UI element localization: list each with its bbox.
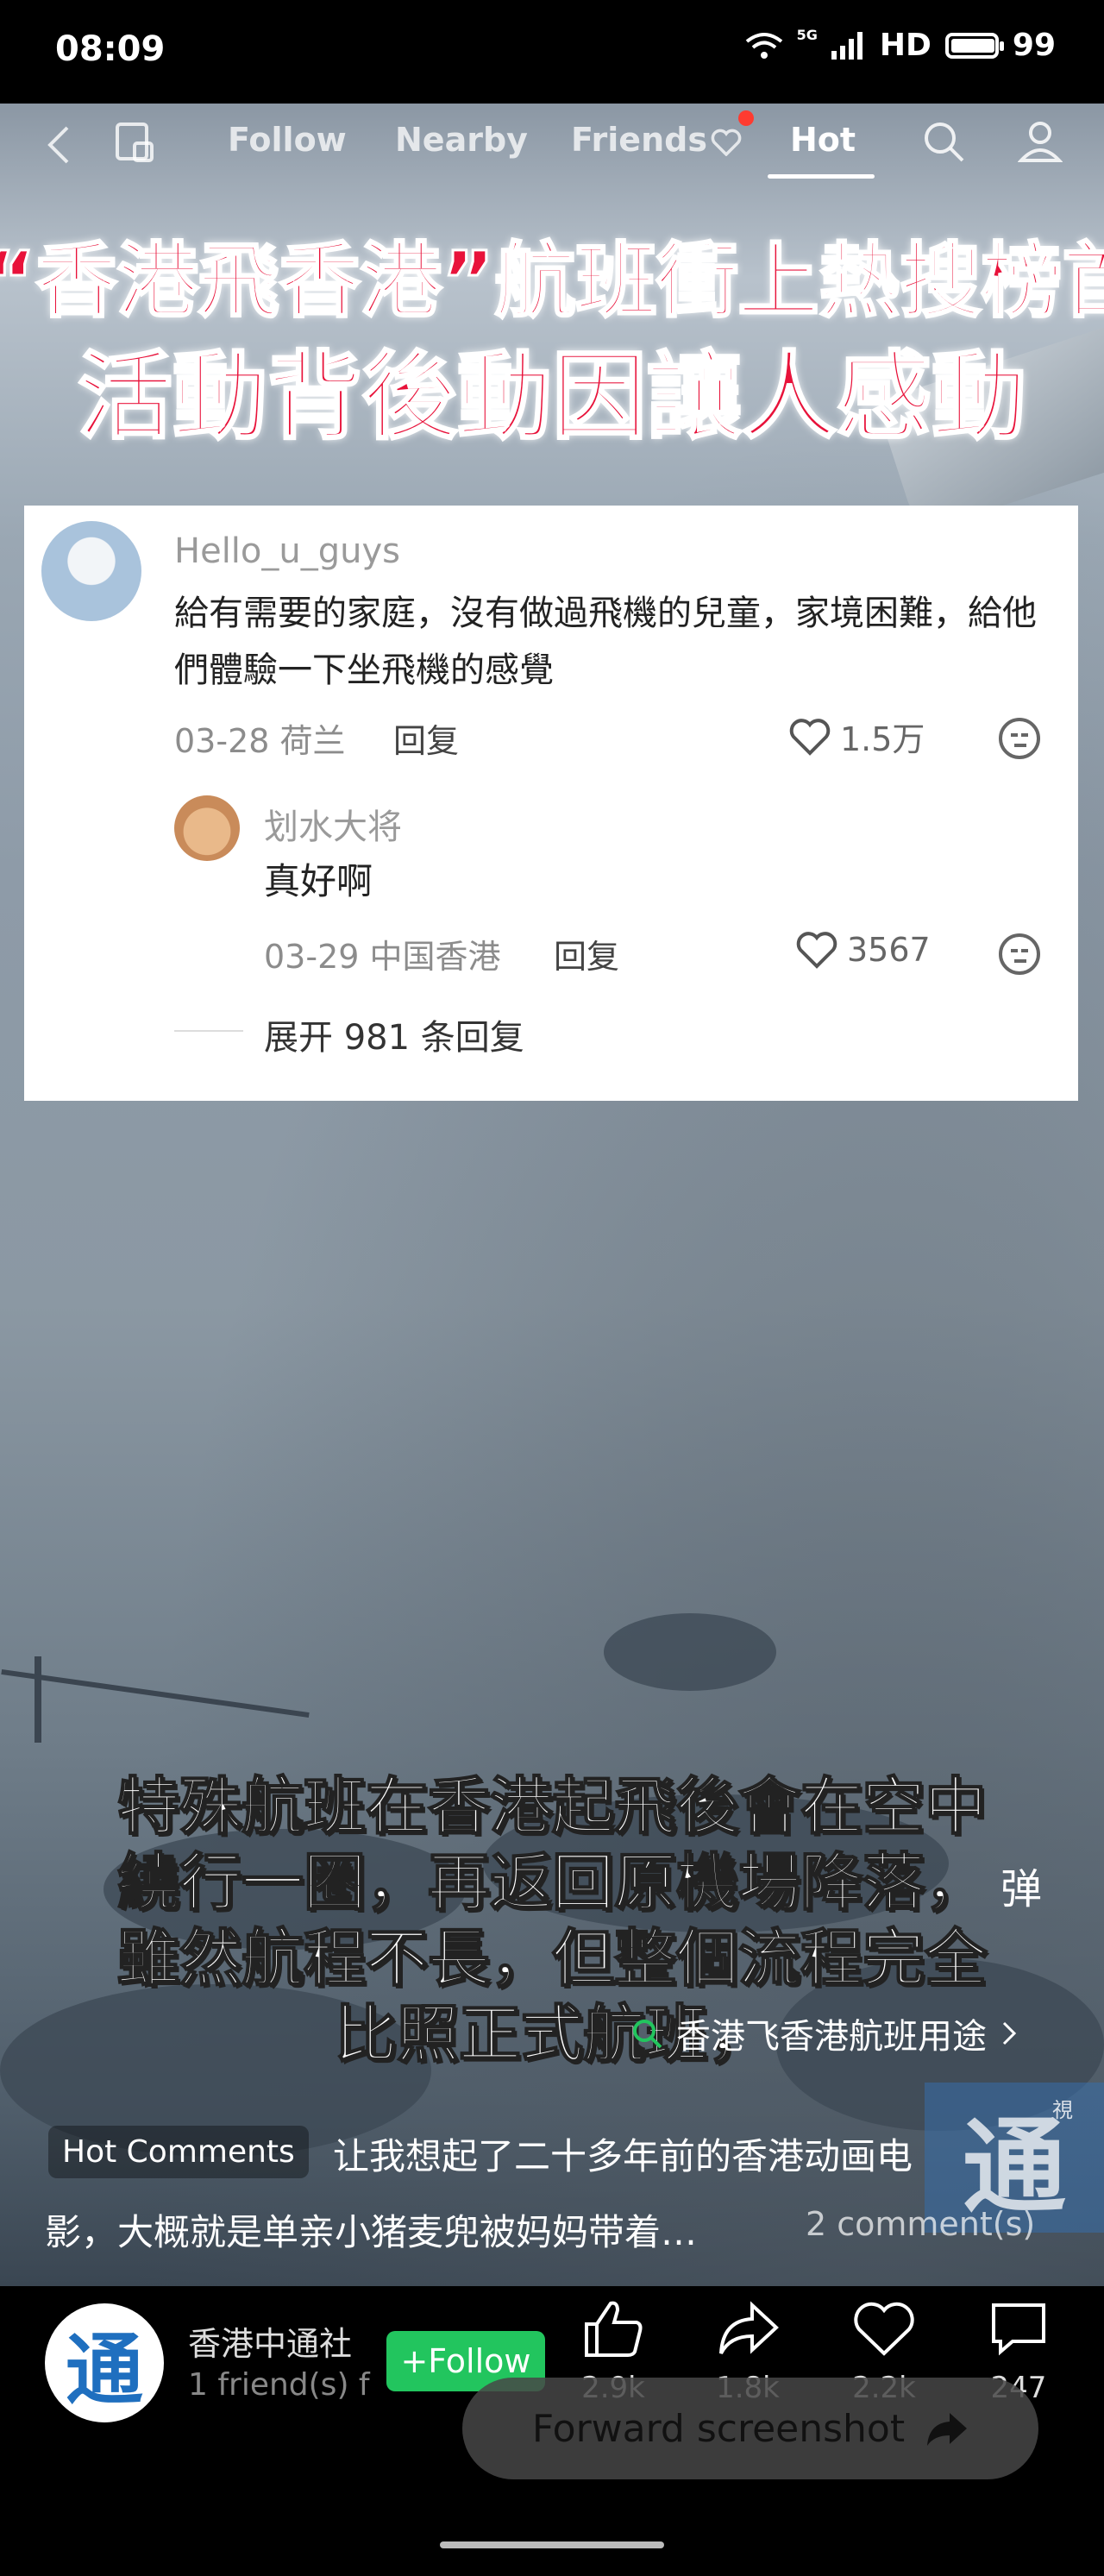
expand-replies-button[interactable]: 展开 981 条回复 (264, 1009, 524, 1059)
heart-icon (854, 2302, 914, 2356)
comment-username[interactable]: Hello_u_guys (174, 531, 400, 571)
video-headline-line1: “香港飛香港”航班衝上熱搜榜首 (0, 234, 1104, 330)
reply-text: 真好啊 (264, 860, 373, 902)
logo-watermark-small: 視 (1052, 2098, 1073, 2122)
comment-like-button[interactable]: 1.5万 (788, 713, 925, 760)
hot-comments-badge[interactable]: Hot Comments (48, 2126, 309, 2178)
hd-label: HD (879, 28, 932, 63)
comment-card: Hello_u_guys 給有需要的家庭，沒有做過飛機的兒童，家境困難，給他們體… (24, 506, 1078, 1101)
danmu-toggle[interactable]: 弹 (1000, 1855, 1042, 1915)
dislike-icon[interactable] (999, 718, 1040, 759)
comment-like-count: 1.5万 (840, 720, 925, 758)
video-headline-line2: 活動背後動因讓人感動 (77, 341, 1028, 454)
author-friends: 1 friend(s) f (188, 2367, 370, 2403)
active-tab-indicator (768, 174, 875, 179)
heart-icon (711, 129, 742, 156)
forward-arrow-icon (927, 2413, 968, 2446)
back-icon[interactable] (43, 123, 74, 167)
reply-like-button[interactable]: 3567 (795, 930, 931, 970)
search-icon[interactable] (921, 119, 966, 164)
bridge-tower (34, 1656, 41, 1743)
network-label: 5G (796, 27, 818, 43)
comment-icon (992, 2303, 1045, 2356)
dislike-icon[interactable] (999, 933, 1040, 975)
subtitle-line: 雖然航程不長，但整個流程完全 (116, 1921, 988, 1995)
battery-level: 99 (1012, 28, 1056, 63)
avatar[interactable] (174, 795, 240, 861)
bridge (1, 1668, 310, 1718)
avatar[interactable] (41, 521, 141, 621)
chevron-right-icon (1002, 2021, 1017, 2045)
tab-nearby[interactable]: Nearby (395, 121, 528, 159)
reply-date-location: 03-29 中国香港 (264, 938, 501, 976)
heart-icon (789, 718, 831, 756)
status-time: 08:09 (55, 29, 166, 69)
reply-username[interactable]: 划水大将 (264, 799, 402, 849)
author-name[interactable]: 香港中通社 (188, 2317, 352, 2365)
comment-date-location: 03-28 荷兰 (174, 722, 346, 760)
forward-screenshot-button[interactable]: Forward screenshot (462, 2378, 1038, 2479)
profile-icon[interactable] (1018, 119, 1063, 164)
reply-button[interactable]: 回复 (393, 714, 459, 762)
signal-icon (831, 31, 862, 60)
home-indicator[interactable] (440, 2541, 664, 2548)
island (604, 1613, 776, 1691)
heart-icon (796, 932, 837, 969)
hot-comment-text-line1[interactable]: 让我想起了二十多年前的香港动画电 (333, 2127, 913, 2180)
reply-like-count: 3567 (847, 931, 931, 969)
wifi-icon (745, 32, 782, 59)
status-icons: 5G HD 99 (745, 27, 1056, 63)
author-avatar[interactable]: 通 (45, 2303, 164, 2422)
notification-dot (738, 110, 754, 126)
battery-icon (944, 32, 1004, 59)
multi-window-icon[interactable] (114, 121, 157, 166)
tab-hot[interactable]: Hot (790, 121, 856, 159)
subtitle-line: 特殊航班在香港起飛後會在空中 (116, 1769, 988, 1844)
search-icon (633, 2020, 662, 2049)
comment-text: 給有需要的家庭，沒有做過飛機的兒童，家境困難，給他們體驗一下坐飛機的感覺 (174, 594, 1037, 690)
forward-screenshot-label: Forward screenshot (531, 2406, 906, 2451)
reply-reply-button[interactable]: 回复 (554, 930, 619, 977)
hot-comment-text-line2[interactable]: 影，大概就是单亲小猪麦兜被妈妈带着… (45, 2203, 697, 2256)
tab-friends-label: Friends (571, 121, 707, 159)
tab-follow[interactable]: Follow (228, 121, 347, 159)
related-search-tag[interactable]: 香港飞香港航班用途 (630, 2008, 1019, 2058)
thumbs-up-icon (585, 2301, 643, 2357)
divider (174, 1030, 243, 1032)
tab-friends[interactable]: Friends (571, 121, 742, 159)
top-nav: Follow Nearby Friends Hot (0, 104, 1104, 190)
status-bar: 08:09 5G HD 99 (0, 0, 1104, 104)
related-search-label: 香港飞香港航班用途 (676, 2017, 987, 2057)
share-icon (719, 2301, 779, 2354)
hot-comment-count[interactable]: 2 comment(s) (806, 2205, 1035, 2243)
subtitle-line: 繞行一圈，再返回原機場降落， (116, 1845, 988, 1919)
